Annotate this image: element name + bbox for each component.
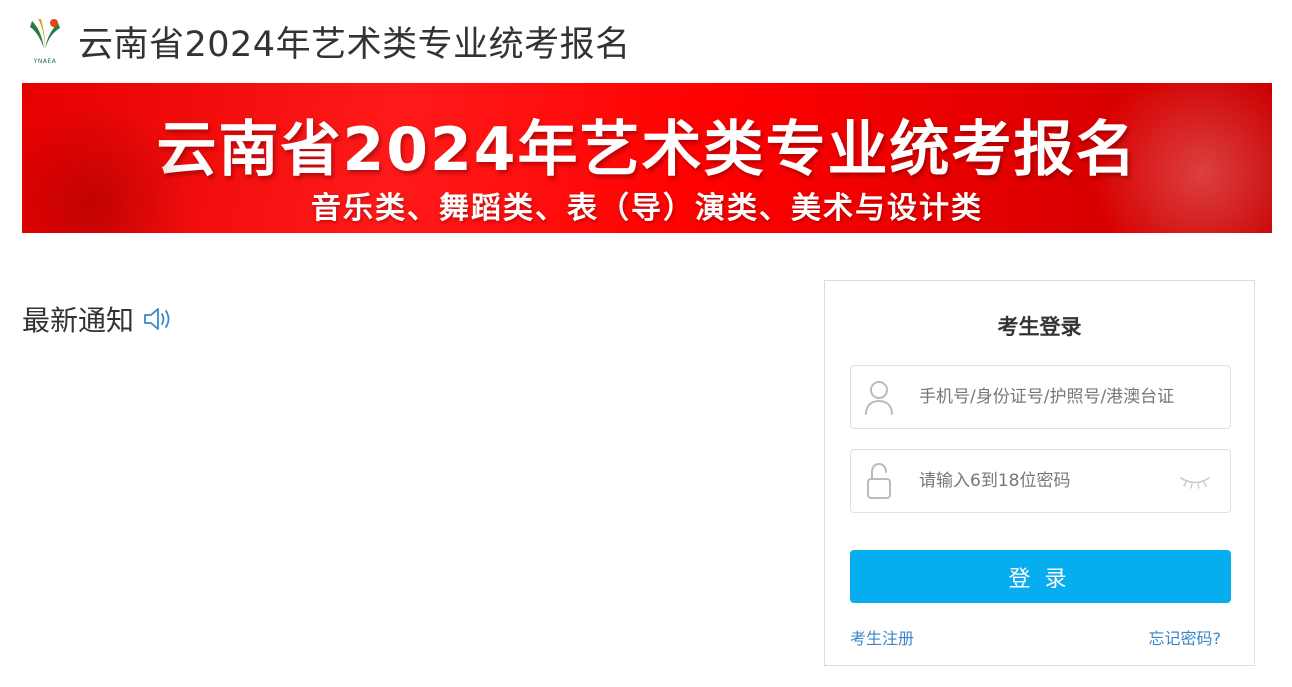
password-input[interactable] <box>917 470 1178 492</box>
username-field[interactable] <box>850 365 1231 429</box>
logo-icon <box>30 19 60 49</box>
login-title: 考生登录 <box>997 315 1082 339</box>
password-field[interactable] <box>850 449 1231 513</box>
login-button[interactable]: 登录 <box>850 550 1231 603</box>
speaker-icon <box>144 308 170 330</box>
banner-title: 云南省2024年艺术类专业统考报名 <box>156 115 1138 185</box>
eye-closed-icon[interactable] <box>1178 473 1212 489</box>
notice-section: 最新通知 <box>22 299 174 339</box>
login-panel: 考生登录 登录 考生注册 忘记密码? <box>824 280 1255 666</box>
forgot-password-link[interactable]: 忘记密码? <box>1149 625 1222 649</box>
lock-icon <box>867 462 891 499</box>
banner-subtitle: 音乐类、舞蹈类、表（导）演类、美术与设计类 <box>311 191 983 226</box>
register-link[interactable]: 考生注册 <box>850 625 914 649</box>
site-header: YNAEA 云南省2024年艺术类专业统考报名 <box>28 14 631 68</box>
logo-text: YNAEA <box>33 58 57 65</box>
page-title: 云南省2024年艺术类专业统考报名 <box>78 24 631 65</box>
username-input[interactable] <box>917 386 1230 408</box>
user-icon <box>865 381 893 415</box>
site-logo: YNAEA <box>28 17 62 65</box>
banner: 云南省2024年艺术类专业统考报名 音乐类、舞蹈类、表（导）演类、美术与设计类 <box>22 83 1272 233</box>
notice-title: 最新通知 <box>22 304 135 337</box>
